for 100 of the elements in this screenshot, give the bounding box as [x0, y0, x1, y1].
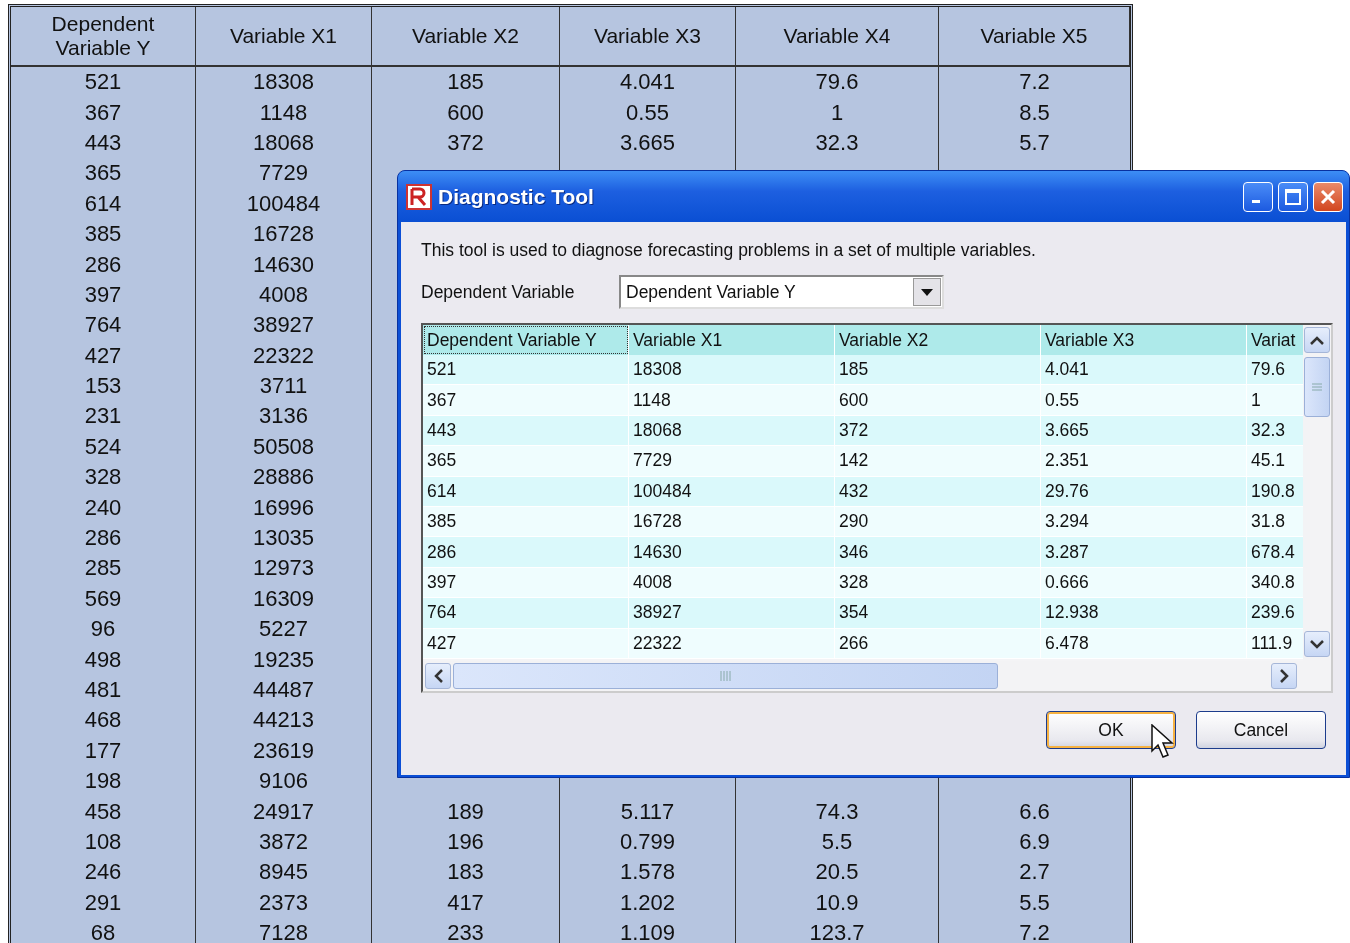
table-cell: 524: [11, 431, 196, 463]
table-cell: 3.665: [560, 127, 736, 159]
grid-cell: 266: [835, 628, 1041, 659]
table-cell: 3872: [196, 826, 372, 858]
table-cell: 246: [11, 857, 196, 888]
table-cell: 183: [372, 857, 560, 888]
table-cell: 14630: [196, 249, 372, 280]
grid-cell: 16728: [629, 506, 835, 538]
table-cell: 108: [11, 826, 196, 858]
table-cell: 569: [11, 583, 196, 615]
grid-cell: 397: [423, 567, 629, 599]
scroll-right-button[interactable]: [1271, 663, 1297, 689]
table-cell: 23619: [196, 735, 372, 766]
column-header: Variable X3: [560, 7, 736, 67]
table-cell: 20.5: [736, 857, 939, 888]
table-cell: 32.3: [736, 127, 939, 159]
grid-cell: 29.76: [1041, 476, 1247, 507]
table-cell-text: 7.2: [1018, 919, 1051, 943]
grid-cell: 2.351: [1041, 446, 1247, 477]
dialog-button[interactable]: Cancel: [1196, 711, 1326, 749]
grid-cell: 328: [835, 567, 1041, 599]
table-cell: 3711: [196, 370, 372, 402]
grid-cell: 427: [423, 628, 629, 659]
table-cell: 7128: [196, 917, 372, 943]
close-button[interactable]: [1313, 181, 1343, 212]
grip-icon: [1312, 383, 1322, 391]
mouse-cursor-icon: [1151, 724, 1175, 760]
table-cell: 9106: [196, 766, 372, 797]
table-cell: 328: [11, 462, 196, 493]
grid-cell: 7729: [629, 446, 835, 477]
grid-cell: 190.8: [1247, 476, 1303, 507]
grid-cell: 0.55: [1041, 385, 1247, 416]
column-header: Dependent Variable Y: [11, 7, 196, 67]
table-cell: 231: [11, 401, 196, 432]
grid-cell: 18068: [629, 415, 835, 447]
minimize-button[interactable]: [1243, 181, 1273, 212]
table-cell: 443: [11, 127, 196, 159]
table-cell: 153: [11, 370, 196, 402]
grid-cell: 346: [835, 537, 1041, 568]
table-cell: 764: [11, 310, 196, 341]
table-cell: 185: [372, 67, 560, 98]
grid-cell: 678.4: [1247, 537, 1303, 568]
scroll-up-button[interactable]: [1304, 327, 1330, 353]
table-cell: 79.6: [736, 67, 939, 98]
table-cell: 5.5: [736, 826, 939, 858]
table-cell: 12973: [196, 553, 372, 584]
table-cell: 68: [11, 917, 196, 943]
table-cell: 385: [11, 218, 196, 250]
table-cell: 16309: [196, 583, 372, 615]
scrollbar-thumb[interactable]: [1304, 357, 1330, 417]
grid-cell: 521: [423, 355, 629, 386]
column-header: Variable X4: [736, 7, 939, 67]
table-cell: 397: [11, 279, 196, 311]
maximize-icon: [1284, 187, 1302, 206]
table-cell-text: 5.5: [1018, 888, 1051, 917]
caret-icon: [921, 288, 933, 296]
column-header[interactable]: Variable X1: [629, 325, 835, 355]
table-cell-text: 8.5: [1018, 98, 1051, 127]
table-cell-text: 7.2: [1018, 68, 1051, 97]
maximize-button[interactable]: [1278, 181, 1308, 212]
table-cell: 2373: [196, 887, 372, 918]
column-header[interactable]: Dependent Variable Y: [423, 325, 629, 355]
table-cell: 614: [11, 188, 196, 219]
field-label: Dependent Variable: [421, 281, 576, 303]
table-cell: 458: [11, 796, 196, 827]
column-header: Variable X1: [196, 7, 372, 67]
grid-cell: 14630: [629, 537, 835, 568]
grid-cell: 31.8: [1247, 506, 1303, 538]
grid-cell: 0.666: [1041, 567, 1247, 599]
column-header[interactable]: Variat: [1247, 325, 1303, 355]
table-cell: 600: [372, 97, 560, 128]
grid-cell: 432: [835, 476, 1041, 507]
scroll-left-button[interactable]: [425, 663, 451, 689]
table-cell: 1148: [196, 97, 372, 128]
column-header: Variable X2: [372, 7, 560, 67]
grid-cell: 12.938: [1041, 598, 1247, 629]
variable-dropdown[interactable]: Dependent Variable Y: [619, 275, 944, 309]
column-header[interactable]: Variable X3: [1041, 325, 1247, 355]
grid-cell: 4008: [629, 567, 835, 599]
column-header[interactable]: Variable X2: [835, 325, 1041, 355]
table-cell: 417: [372, 887, 560, 918]
table-cell-text: 6.6: [1018, 797, 1051, 826]
table-cell: 24917: [196, 796, 372, 827]
table-cell: 123.7: [736, 917, 939, 943]
grid-cell: 1148: [629, 385, 835, 416]
grid-cell: 3.287: [1041, 537, 1247, 568]
table-cell: 18068: [196, 127, 372, 159]
table-cell: 367: [11, 97, 196, 128]
table-cell: 196: [372, 826, 560, 858]
table-cell: 18308: [196, 67, 372, 98]
table-cell: 28886: [196, 462, 372, 493]
grid-cell: 45.1: [1247, 446, 1303, 477]
grid-cell: 443: [423, 415, 629, 447]
scroll-down-button[interactable]: [1304, 631, 1330, 657]
table-cell: 7729: [196, 158, 372, 189]
grid-cell: 600: [835, 385, 1041, 416]
scrollbar-thumb[interactable]: [453, 663, 998, 689]
table-cell: 481: [11, 674, 196, 706]
grid-cell: 3.294: [1041, 506, 1247, 538]
table-cell: 44213: [196, 705, 372, 736]
